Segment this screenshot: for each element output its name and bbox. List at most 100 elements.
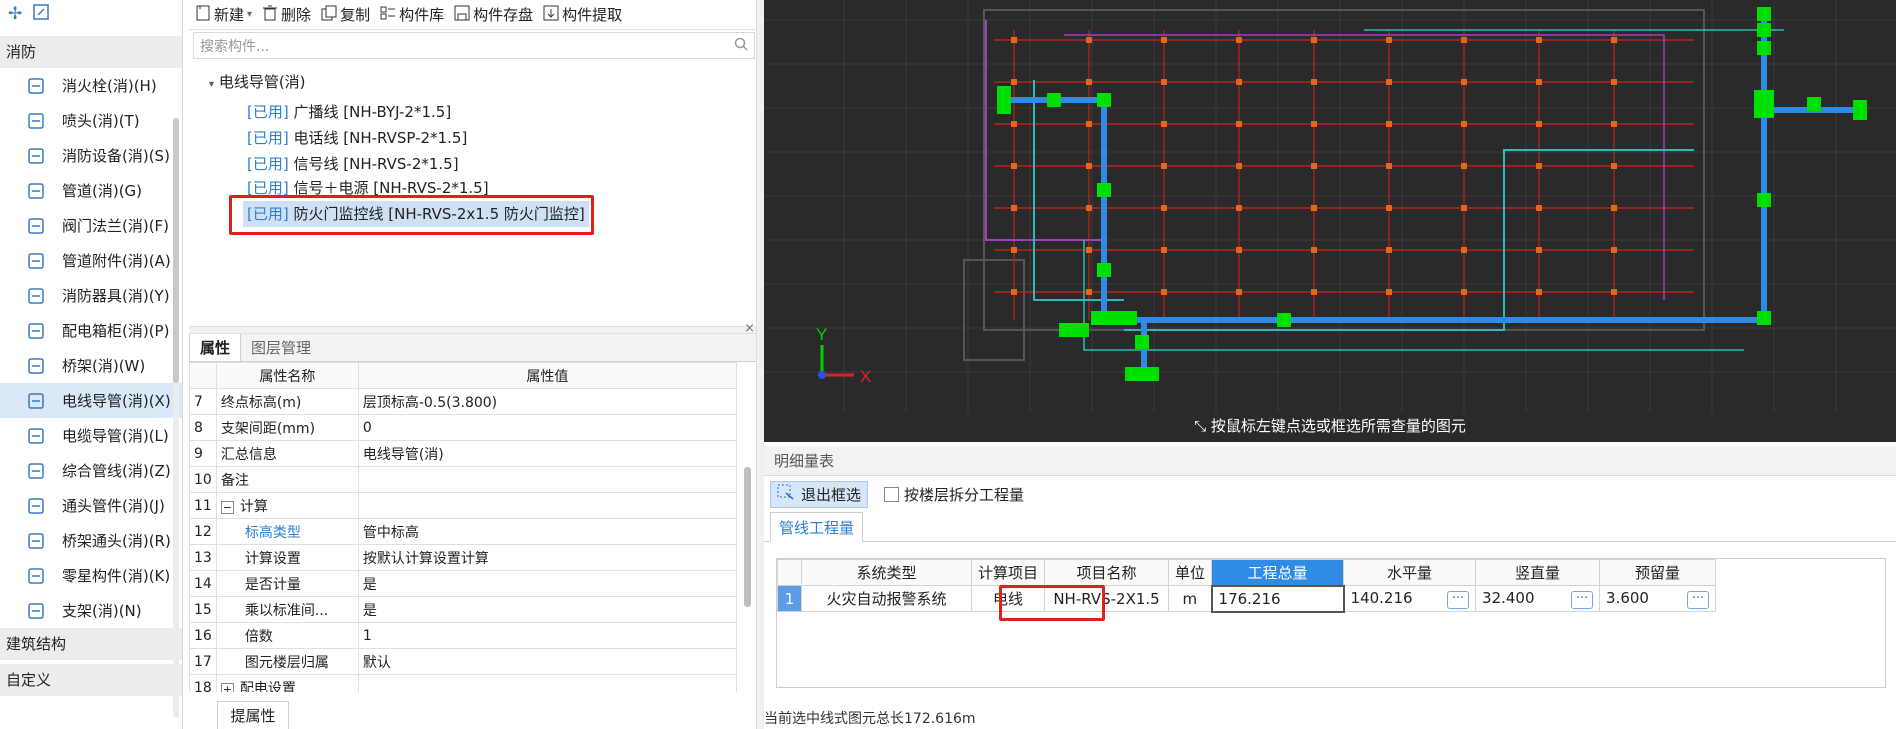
prop-value[interactable]: 0	[357, 414, 738, 441]
chevron-down-icon[interactable]: ▾	[247, 9, 252, 20]
category-fire[interactable]: 消防	[0, 36, 182, 68]
prop-value[interactable]: 是	[357, 596, 738, 623]
category-structure[interactable]: 建筑结构	[0, 628, 182, 660]
add-icon[interactable]: ✢	[8, 4, 22, 24]
nav-item[interactable]: 电缆导管(消)(L)	[0, 418, 182, 453]
prop-name[interactable]: 备注	[215, 466, 359, 493]
prop-name[interactable]: + 配电设置	[215, 674, 359, 692]
prop-value[interactable]: 管中标高	[357, 518, 738, 545]
nav-item[interactable]: 喷头(消)(T)	[0, 103, 182, 138]
cell-reserve[interactable]: 3.600 ···	[1599, 585, 1717, 612]
library-button[interactable]: 构件库	[380, 4, 444, 25]
nav-item[interactable]: 支架(消)(N)	[0, 593, 182, 628]
collapse-toggle-icon[interactable]: +	[220, 682, 234, 692]
col-unit[interactable]: 单位	[1168, 559, 1213, 586]
tree-item-signal[interactable]: [已用] 信号线 [NH-RVS-2*1.5]	[243, 151, 463, 177]
canvas-splitter[interactable]	[756, 0, 764, 729]
prop-value[interactable]: 是	[357, 570, 738, 597]
search-input[interactable]: 搜索构件...	[193, 32, 755, 59]
property-row[interactable]: 10 备注	[189, 466, 738, 493]
left-scroll-thumb[interactable]	[173, 118, 179, 383]
prop-name[interactable]: 支架间距(mm)	[215, 414, 359, 441]
prop-name[interactable]: 终点标高(m)	[215, 388, 359, 415]
nav-item[interactable]: 阀门法兰(消)(F)	[0, 208, 182, 243]
split-floor-checkbox[interactable]: 按楼层拆分工程量	[884, 484, 1024, 505]
tab-properties[interactable]: 属性	[189, 334, 242, 361]
col-vertical[interactable]: 竖直量	[1475, 559, 1601, 586]
more-icon[interactable]: ···	[1571, 590, 1594, 609]
property-row[interactable]: 16 倍数 1	[189, 622, 738, 649]
left-scrollbar[interactable]	[173, 118, 179, 718]
nav-item[interactable]: 零星构件(消)(K)	[0, 558, 182, 593]
prop-value[interactable]: 电线导管(消)	[357, 440, 738, 467]
nav-item[interactable]: 管道附件(消)(A)	[0, 243, 182, 278]
tab-pipeline-quantity[interactable]: 管线工程量	[770, 512, 864, 542]
cad-canvas[interactable]: XY ⤡ 按鼠标左键点选或框选所需查量的图元	[764, 0, 1896, 442]
property-row[interactable]: 15 乘以标准间... 是	[189, 596, 738, 623]
property-row[interactable]: 14 是否计量 是	[189, 570, 738, 597]
tree-item-broadcast[interactable]: [已用] 广播线 [NH-BYJ-2*1.5]	[243, 99, 455, 125]
prop-name[interactable]: 倍数	[215, 622, 359, 649]
prop-name[interactable]: 乘以标准间...	[215, 596, 359, 623]
nav-item[interactable]: 消防设备(消)(S)	[0, 138, 182, 173]
col-horizontal[interactable]: 水平量	[1343, 559, 1477, 586]
more-icon[interactable]: ···	[1447, 590, 1470, 609]
property-row[interactable]: 11− 计算	[189, 492, 738, 519]
property-row[interactable]: 7 终点标高(m) 层顶标高-0.5(3.800)	[189, 388, 738, 415]
property-row[interactable]: 8 支架间距(mm) 0	[189, 414, 738, 441]
nav-item[interactable]: 消防器具(消)(Y)	[0, 278, 182, 313]
nav-item[interactable]: 消火栓(消)(H)	[0, 68, 182, 103]
row-index[interactable]: 1	[777, 585, 802, 612]
tree-item-phone[interactable]: [已用] 电话线 [NH-RVSP-2*1.5]	[243, 125, 471, 151]
tab-extract-props[interactable]: 提属性	[217, 701, 289, 729]
nav-item[interactable]: 电线导管(消)(X)	[0, 383, 182, 418]
drawing-area[interactable]: XY	[764, 0, 1896, 412]
prop-value[interactable]	[357, 466, 738, 493]
prop-value[interactable]: 按默认计算设置计算	[357, 544, 738, 571]
prop-value[interactable]: 1	[357, 622, 738, 649]
prop-name[interactable]: 标高类型	[215, 518, 359, 545]
nav-item[interactable]: 综合管线(消)(Z)	[0, 453, 182, 488]
more-icon[interactable]: ···	[1687, 590, 1710, 609]
prop-name[interactable]: 图元楼层归属	[215, 648, 359, 675]
tree-item-signal-power[interactable]: [已用] 信号＋电源 [NH-RVS-2*1.5]	[243, 175, 493, 195]
property-row[interactable]: 12 标高类型 管中标高	[189, 518, 738, 545]
prop-value[interactable]: 层顶标高-0.5(3.800)	[357, 388, 738, 415]
cell-system[interactable]: 火灾自动报警系统	[801, 585, 972, 612]
exit-select-button[interactable]: 退出框选	[770, 480, 869, 508]
caret-down-icon[interactable]: ▾	[209, 79, 214, 90]
nav-item[interactable]: 桥架通头(消)(R)	[0, 523, 182, 558]
collapse-toggle-icon[interactable]: −	[220, 500, 234, 514]
property-row[interactable]: 17 图元楼层归属 默认	[189, 648, 738, 675]
prop-value[interactable]	[357, 674, 738, 692]
property-row[interactable]: 18 + 配电设置	[189, 674, 738, 692]
checkbox-box[interactable]	[884, 486, 900, 502]
nav-item[interactable]: 配电箱柜(消)(P)	[0, 313, 182, 348]
copy-button[interactable]: 复制	[321, 4, 370, 25]
prop-name[interactable]: 汇总信息	[215, 440, 359, 467]
prop-name[interactable]: − 计算	[215, 492, 359, 519]
property-row[interactable]: 13 计算设置 按默认计算设置计算	[189, 544, 738, 571]
col-reserve[interactable]: 预留量	[1599, 559, 1717, 586]
property-row[interactable]: 9 汇总信息 电线导管(消)	[189, 440, 738, 467]
prop-name[interactable]: 计算设置	[215, 544, 359, 571]
panel-splitter[interactable]: ×	[189, 321, 759, 336]
col-item[interactable]: 计算项目	[970, 559, 1046, 586]
table-row[interactable]: 1 火灾自动报警系统 电线 NH-RVS-2X1.5 m 176.216 140…	[777, 584, 1717, 613]
prop-value[interactable]: 默认	[357, 648, 738, 675]
col-total[interactable]: 工程总量	[1211, 559, 1345, 586]
search-icon[interactable]	[734, 37, 748, 55]
cell-unit[interactable]: m	[1168, 585, 1213, 612]
tab-layers[interactable]: 图层管理	[241, 334, 321, 361]
close-icon[interactable]: ×	[744, 321, 755, 336]
prop-name[interactable]: 是否计量	[215, 570, 359, 597]
extract-button[interactable]: 构件提取	[543, 4, 622, 25]
category-custom[interactable]: 自定义	[0, 664, 182, 696]
edit-icon[interactable]	[32, 3, 50, 26]
tree-group[interactable]: ▾ 电线导管(消)	[189, 61, 758, 92]
nav-item[interactable]: 通头管件(消)(J)	[0, 488, 182, 523]
save-component-button[interactable]: 构件存盘	[454, 4, 533, 25]
cell-total[interactable]: 176.216	[1210, 584, 1345, 613]
prop-value[interactable]	[357, 492, 738, 519]
cell-horizontal[interactable]: 140.216 ···	[1343, 585, 1477, 612]
